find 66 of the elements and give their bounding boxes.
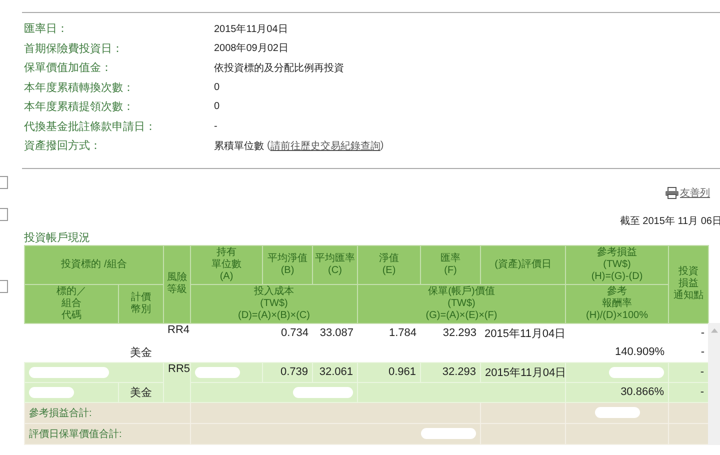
table-cell: 32.293 <box>442 366 476 378</box>
field-label: 代換基金批註條款申請日： <box>24 120 157 134</box>
redaction-mark <box>293 386 353 398</box>
as-of-date: 截至 2015年 11月 06日 <box>618 214 720 228</box>
table-cell: 140.909% <box>614 346 664 358</box>
table-cell: 32.293 <box>442 327 476 339</box>
table-cell: 30.866% <box>620 386 664 398</box>
field-value: 0 <box>214 101 220 112</box>
redaction-mark <box>609 366 664 378</box>
redaction-mark <box>29 386 74 398</box>
field-label: 資產撥回方式： <box>24 138 102 154</box>
table-cell: 美金 <box>130 346 152 358</box>
section-title: 投資帳戶現況 <box>24 230 91 244</box>
column-header: 淨值 (E) <box>358 245 420 284</box>
parenthesis: ( <box>267 140 270 152</box>
field-value: 累積單位數 <box>214 140 264 153</box>
redaction-mark <box>594 407 640 418</box>
field-value: - <box>214 120 218 132</box>
table-cell: 2015年11月04日 <box>484 328 566 340</box>
field-label: 匯率日： <box>24 22 69 36</box>
table-cell: 1.784 <box>388 327 416 339</box>
parenthesis: ) <box>380 140 384 152</box>
redaction-mark <box>195 366 240 378</box>
printer-icon[interactable] <box>665 186 679 198</box>
column-header: 持有 單位數 (A) <box>190 245 262 284</box>
table-cell: 33.087 <box>320 327 354 339</box>
table-cell: 2015年11月04日 <box>485 366 566 378</box>
column-header: 平均淨值 (B) <box>262 245 312 284</box>
column-header: 投資 損益 通知點 <box>668 245 708 323</box>
print-link[interactable]: 友善列 <box>680 186 710 200</box>
table-cell: - <box>700 327 704 339</box>
table-cell: - <box>700 366 704 378</box>
scroll-up-icon[interactable] <box>710 328 718 332</box>
column-header: 參考損益 (TW$) (H)=(G)-(D) <box>566 245 668 284</box>
field-label: 本年度累積提領次數： <box>24 100 135 114</box>
table-cell: 美金 <box>130 386 152 398</box>
field-value: 2008年09月02日 <box>214 42 288 56</box>
redaction-mark <box>421 428 476 440</box>
column-header: 匯率 (F) <box>420 245 480 284</box>
table-cell: 0.739 <box>280 366 308 378</box>
field-value: 依投資標的及分配比例再投資 <box>214 62 344 75</box>
table-cell: 0.734 <box>280 327 308 339</box>
table-cell: - <box>700 346 704 358</box>
field-value: 0 <box>214 82 220 93</box>
risk-level: RR4 <box>168 324 190 336</box>
total-label: 參考損益合計: <box>29 408 92 418</box>
column-header: 標的／ 組合 代碼 <box>24 284 118 323</box>
total-label: 評價日保單價值合計: <box>29 428 122 440</box>
column-header: 風險等級 <box>164 245 190 323</box>
scrollbar[interactable] <box>708 322 720 444</box>
table-cell: 0.961 <box>388 366 416 378</box>
column-header: 投入成本 (TW$) (D)=(A)×(B)×(C) <box>190 284 358 323</box>
field-label: 本年度累積轉換次數： <box>24 80 135 95</box>
field-label: 首期保險費投資日： <box>24 42 124 56</box>
column-header: 參考 報酬率 (H)/(D)×100% <box>566 284 668 323</box>
history-link[interactable]: 請前往歷史交易紀錄查詢 <box>270 138 380 153</box>
risk-level: RR5 <box>168 362 190 374</box>
column-header: 計價 幣別 <box>118 284 164 323</box>
column-header: 保單(帳戶)價值 (TW$) (G)=(A)×(E)×(F) <box>358 284 566 323</box>
field-label: 保單價值加值金： <box>24 61 113 76</box>
field-value: 2015年11月04日 <box>214 22 288 36</box>
table-cell: 32.061 <box>319 366 353 378</box>
table-cell: - <box>700 386 704 398</box>
column-header: (資產)評價日 <box>480 245 566 284</box>
column-header: 平均匯率 (C) <box>312 245 358 284</box>
column-header: 投資標的 /組合 <box>24 245 164 284</box>
